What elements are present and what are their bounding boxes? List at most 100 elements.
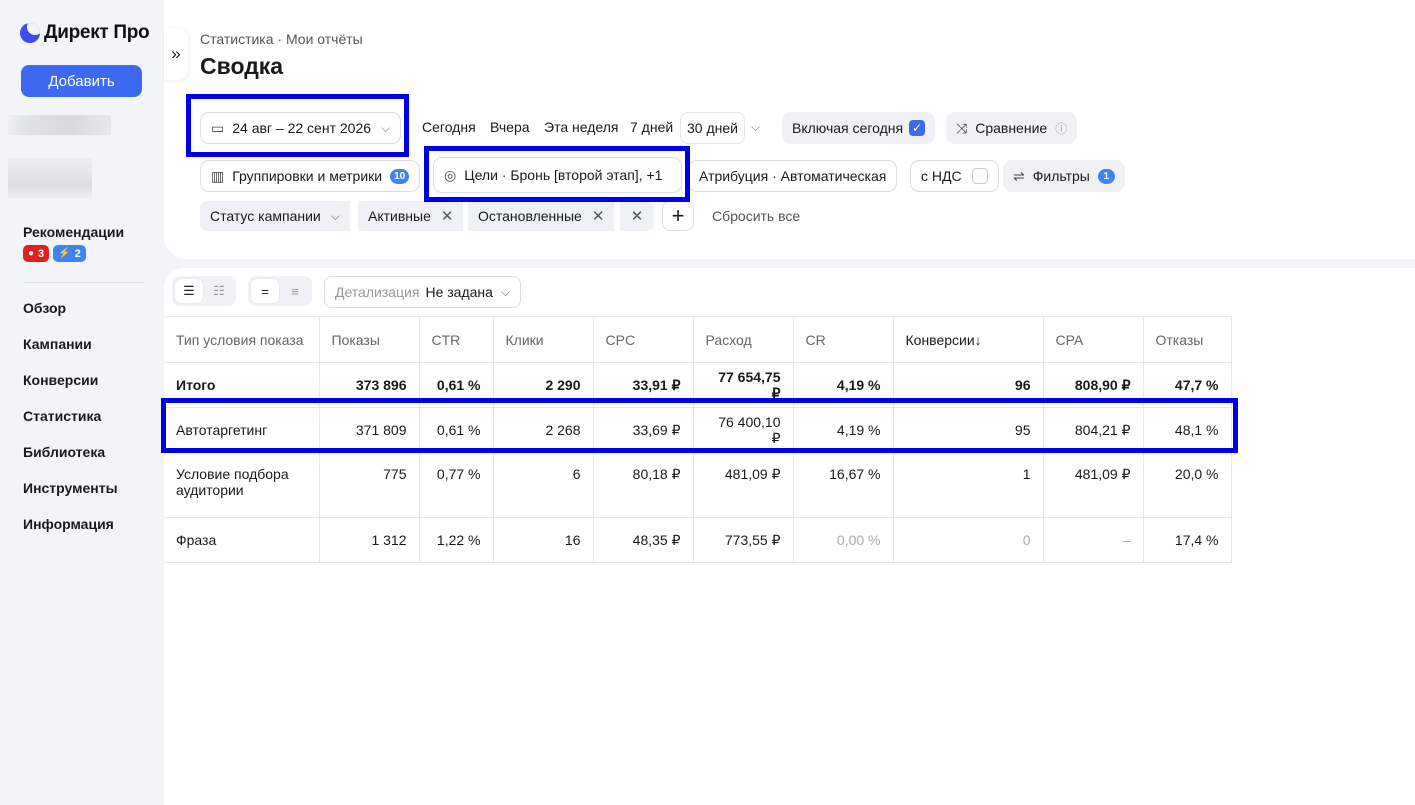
alerts-badge[interactable]: ● 3 (23, 245, 50, 262)
remove-value-icon[interactable]: ✕ (441, 207, 454, 225)
table-cell: 0,00 % (793, 517, 894, 563)
detail-label: Детализация (335, 284, 420, 300)
remove-filter-button[interactable]: ✕ (620, 201, 654, 231)
alerts-count: 3 (38, 247, 45, 260)
filters-button[interactable]: ⇌ Фильтры 1 (1003, 160, 1125, 192)
filter-value-label: Остановленные (478, 208, 582, 224)
include-today-label: Включая сегодня (792, 120, 904, 136)
blurred-account-avatar (8, 158, 92, 198)
table-row[interactable]: Фраза 1 312 1,22 % 16 48,35 ₽ 773,55 ₽ 0… (164, 517, 1232, 563)
comfortable-density-icon[interactable]: ≡ (281, 279, 309, 303)
filters-count: 1 (1097, 168, 1115, 184)
sidebar-divider (23, 282, 144, 283)
preset-7-days[interactable]: 7 дней (630, 119, 673, 135)
table-cell: 47,7 % (1143, 362, 1232, 408)
chevron-down-icon: ⌵ (381, 120, 391, 135)
goals-value: Цели · Бронь [второй этап], +1 (464, 167, 663, 183)
column-header[interactable]: Клики (493, 316, 594, 363)
plus-icon: + (671, 203, 685, 228)
columns-icon: ▥ (211, 167, 225, 184)
table-cell: 775 (319, 452, 420, 518)
detail-value: Не задана (425, 284, 493, 300)
table-cell: 95 (893, 407, 1044, 453)
column-header[interactable]: CTR (419, 316, 494, 363)
goals-selector[interactable]: ◎ Цели · Бронь [второй этап], +1 (433, 157, 682, 193)
table-cell: 481,09 ₽ (1043, 452, 1144, 518)
table-cell: 4,19 % (793, 407, 894, 453)
presets-chevron-down-icon[interactable]: ⌵ (751, 120, 760, 135)
date-range-picker[interactable]: ▭ 24 авг – 22 сент 2026 ⌵ (200, 112, 401, 144)
column-header[interactable]: CR (793, 316, 894, 363)
table-cell: 0,61 % (419, 362, 494, 408)
sidebar-item-library[interactable]: Библиотека (23, 442, 118, 478)
table-cell: 77 654,75 ₽ (693, 362, 794, 408)
preset-this-week[interactable]: Эта неделя (544, 119, 618, 135)
sidebar-item-overview[interactable]: Обзор (23, 298, 118, 334)
column-header[interactable]: Расход (693, 316, 794, 363)
sidebar-item-tools[interactable]: Инструменты (23, 478, 118, 514)
alert-icon: ● (28, 248, 35, 259)
sidebar-item-campaigns[interactable]: Кампании (23, 334, 118, 370)
compact-density-icon[interactable]: = (251, 279, 279, 303)
vat-label: с НДС (921, 168, 962, 184)
sidebar-item-information[interactable]: Информация (23, 514, 118, 550)
sidebar-item-conversions[interactable]: Конверсии (23, 370, 118, 406)
table-cell: 1 312 (319, 517, 420, 563)
filter-field-label: Статус кампании (210, 208, 321, 224)
report-settings-panel: » Статистика · Мои отчёты Сводка ▭ 24 ав… (164, 0, 1415, 259)
column-header[interactable]: Тип условия показа (164, 316, 320, 363)
vat-toggle[interactable]: с НДС (910, 160, 999, 192)
column-header[interactable]: Отказы (1143, 316, 1232, 363)
preset-today[interactable]: Сегодня (422, 119, 476, 135)
filter-value-stopped[interactable]: Остановленные ✕ (468, 201, 615, 231)
sliders-icon: ⇌ (1013, 167, 1025, 184)
table-cell: Итого (164, 362, 320, 408)
table-cell: 96 (893, 362, 1044, 408)
chevron-down-icon: ⌵ (500, 284, 511, 299)
groupings-metrics-button[interactable]: ▥ Группировки и метрики 10 (200, 160, 421, 192)
expand-sidebar-icon[interactable]: » (164, 28, 188, 80)
table-cell: 1,22 % (419, 517, 494, 563)
filter-field-campaign-status[interactable]: Статус кампании ⌵ (200, 201, 350, 231)
filter-value-active[interactable]: Активные ✕ (358, 201, 464, 231)
reset-all-button[interactable]: Сбросить все (712, 208, 800, 224)
sidebar: Директ Про Добавить Рекомендации ● 3 ⚡ 2… (0, 0, 164, 805)
table-cell: 2 290 (493, 362, 594, 408)
column-header[interactable]: CPA (1043, 316, 1144, 363)
table-row[interactable]: Автотаргетинг 371 809 0,61 % 2 268 33,69… (164, 407, 1232, 453)
table-cell: 80,18 ₽ (593, 452, 694, 518)
preset-yesterday[interactable]: Вчера (490, 119, 530, 135)
tips-badge[interactable]: ⚡ 2 (53, 245, 86, 262)
attribution-selector[interactable]: Атрибуция · Автоматическая (688, 160, 898, 192)
column-header[interactable]: CPC (593, 316, 694, 363)
table-cell: 48,1 % (1143, 407, 1232, 453)
table-cell: 1 (893, 452, 1044, 518)
list-view-icon[interactable]: ☰ (175, 279, 203, 303)
add-filter-button[interactable]: + (662, 201, 694, 231)
comparison-button[interactable]: ⤨ Сравнение ⓘ (946, 112, 1078, 144)
table-cell: Фраза (164, 517, 320, 563)
help-icon[interactable]: ⓘ (1055, 120, 1067, 137)
detail-selector[interactable]: Детализация Не задана ⌵ (324, 276, 522, 308)
tree-view-icon[interactable]: ☷ (205, 279, 233, 303)
logo-mark-icon (20, 23, 40, 43)
shuffle-icon: ⤨ (956, 119, 968, 136)
breadcrumb[interactable]: Статистика · Мои отчёты (200, 31, 363, 47)
include-today-toggle[interactable]: Включая сегодня ✓ (782, 112, 936, 144)
preset-30-days[interactable]: 30 дней (681, 113, 744, 143)
add-button[interactable]: Добавить (21, 65, 142, 97)
remove-value-icon[interactable]: ✕ (592, 207, 605, 225)
attribution-value: Атрибуция · Автоматическая (699, 168, 887, 184)
column-header-sorted[interactable]: Конверсии↓ (893, 316, 1044, 363)
stats-table: Тип условия показа Показы CTR Клики CPC … (164, 316, 1232, 563)
column-header[interactable]: Показы (319, 316, 420, 363)
logo[interactable]: Директ Про (20, 22, 150, 44)
vat-checkbox[interactable] (971, 168, 988, 184)
table-row[interactable]: Условие подбора аудитории 775 0,77 % 6 8… (164, 452, 1232, 518)
table-cell: Автотаргетинг (164, 407, 320, 453)
sidebar-item-statistics[interactable]: Статистика (23, 406, 118, 442)
chevron-down-icon: ⌵ (330, 208, 340, 223)
table-cell: 0 (893, 517, 1044, 563)
recommendations[interactable]: Рекомендации ● 3 ⚡ 2 (23, 224, 124, 262)
include-today-checkbox[interactable]: ✓ (909, 120, 926, 136)
